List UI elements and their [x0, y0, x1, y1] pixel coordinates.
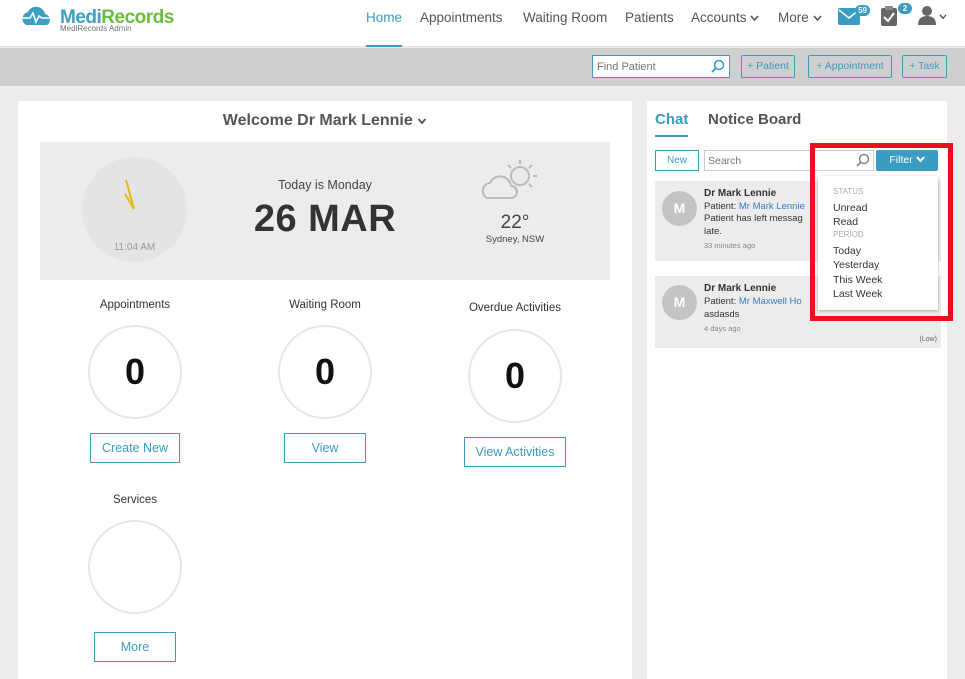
filter-last-week[interactable]: Last Week: [833, 288, 882, 300]
messages-button[interactable]: 59: [838, 5, 870, 32]
weather-location: Sydney, NSW: [485, 234, 545, 245]
top-navigation: MediRecords MediRecords Admin Home Appoi…: [0, 0, 965, 47]
waiting-room-count: 0: [278, 325, 372, 419]
avatar: M: [662, 191, 697, 226]
avatar: M: [662, 285, 697, 320]
overdue-activities-count: 0: [468, 329, 562, 423]
tasks-badge: 2: [898, 3, 912, 14]
today-label: Today is Monday: [278, 178, 372, 192]
filter-button[interactable]: Filter: [876, 150, 938, 171]
priority-label: (Low): [919, 336, 937, 343]
search-icon[interactable]: [711, 59, 725, 73]
chevron-down-icon: [750, 15, 759, 22]
search-icon[interactable]: [856, 153, 870, 167]
nav-more-label: More: [778, 10, 809, 25]
find-patient-input[interactable]: [593, 56, 705, 77]
view-activities-button[interactable]: View Activities: [464, 437, 566, 467]
chat-search-field[interactable]: [704, 150, 874, 171]
nav-more[interactable]: More: [778, 10, 822, 47]
tab-notice-board[interactable]: Notice Board: [708, 111, 801, 128]
brand-subtitle: MediRecords Admin: [60, 24, 132, 33]
services-ring: [88, 520, 182, 614]
user-menu[interactable]: [918, 5, 948, 29]
period-header: PERIOD: [833, 230, 864, 239]
clipboard-check-icon: [881, 6, 897, 26]
filter-yesterday[interactable]: Yesterday: [833, 259, 879, 271]
tasks-button[interactable]: 2: [880, 3, 912, 30]
message-patient: Patient: Mr Mark Lennie: [704, 201, 805, 212]
create-new-button[interactable]: Create New: [90, 433, 180, 463]
add-patient-button[interactable]: + Patient: [741, 55, 795, 78]
filter-label: Filter: [889, 154, 913, 166]
find-patient-field[interactable]: [592, 55, 730, 78]
welcome-text: Welcome Dr Mark Lennie: [222, 112, 413, 129]
nav-patients[interactable]: Patients: [625, 10, 674, 47]
message-patient: Patient: Mr Maxwell Ho: [704, 296, 802, 307]
nav-accounts[interactable]: Accounts: [691, 10, 759, 47]
chevron-down-icon: [939, 14, 947, 20]
filter-this-week[interactable]: This Week: [833, 274, 882, 286]
chevron-down-icon: [915, 156, 925, 163]
analog-clock: 11:04 AM: [82, 157, 187, 262]
appointments-title: Appointments: [99, 299, 171, 311]
clock-time: 11:04 AM: [113, 242, 156, 253]
services-title: Services: [112, 494, 158, 506]
message-time: 33 minutes ago: [704, 241, 756, 250]
action-bar: + Patient + Appointment + Task: [0, 48, 965, 86]
message-text: Patient has left messag: [704, 213, 803, 224]
welcome-header[interactable]: Welcome Dr Mark Lennie: [18, 112, 632, 130]
new-chat-button[interactable]: New: [655, 150, 699, 171]
dashboard-panel: Welcome Dr Mark Lennie 11:04 AM Today is…: [18, 101, 632, 679]
nav-waiting-room[interactable]: Waiting Room: [523, 10, 607, 47]
nav-accounts-label: Accounts: [691, 10, 747, 25]
date-weather-banner: 11:04 AM Today is Monday 26 MAR 22° Sydn…: [40, 142, 610, 280]
patient-prefix: Patient:: [704, 201, 737, 212]
status-header: STATUS: [833, 187, 864, 196]
filter-read[interactable]: Read: [833, 216, 858, 228]
message-time: 4 days ago: [704, 324, 741, 333]
tab-chat[interactable]: Chat: [655, 111, 689, 137]
message-text: asdasds: [704, 309, 740, 320]
medirecords-logo[interactable]: MediRecords MediRecords Admin: [18, 6, 178, 36]
chat-search-input[interactable]: [705, 151, 845, 171]
patient-link[interactable]: Mr Maxwell Ho: [739, 296, 802, 307]
message-sender: Dr Mark Lennie: [704, 188, 777, 199]
services-more-button[interactable]: More: [94, 632, 176, 662]
user-icon: [918, 6, 936, 25]
messages-badge: 59: [855, 5, 870, 16]
filter-today[interactable]: Today: [833, 245, 861, 257]
waiting-room-title: Waiting Room: [289, 299, 361, 311]
add-appointment-button[interactable]: + Appointment: [808, 55, 892, 78]
view-waiting-room-button[interactable]: View: [284, 433, 366, 463]
filter-dropdown-menu: STATUS Unread Read PERIOD Today Yesterda…: [818, 176, 938, 310]
chevron-down-icon: [812, 15, 822, 22]
patient-link[interactable]: Mr Mark Lennie: [739, 201, 805, 212]
nav-appointments[interactable]: Appointments: [420, 10, 503, 47]
temperature: 22°: [500, 212, 530, 233]
partly-cloudy-icon: [481, 160, 537, 199]
current-date: 26 MAR: [253, 198, 397, 240]
add-task-button[interactable]: + Task: [902, 55, 947, 78]
chevron-down-icon: [418, 118, 427, 125]
cloud-heartbeat-icon: [22, 6, 52, 25]
patient-prefix: Patient:: [704, 296, 737, 307]
overdue-activities-title: Overdue Activities: [468, 302, 562, 314]
message-text-continued: late.: [704, 226, 722, 237]
appointments-count: 0: [88, 325, 182, 419]
filter-unread[interactable]: Unread: [833, 202, 867, 214]
message-sender: Dr Mark Lennie: [704, 283, 777, 294]
nav-home[interactable]: Home: [366, 10, 403, 47]
